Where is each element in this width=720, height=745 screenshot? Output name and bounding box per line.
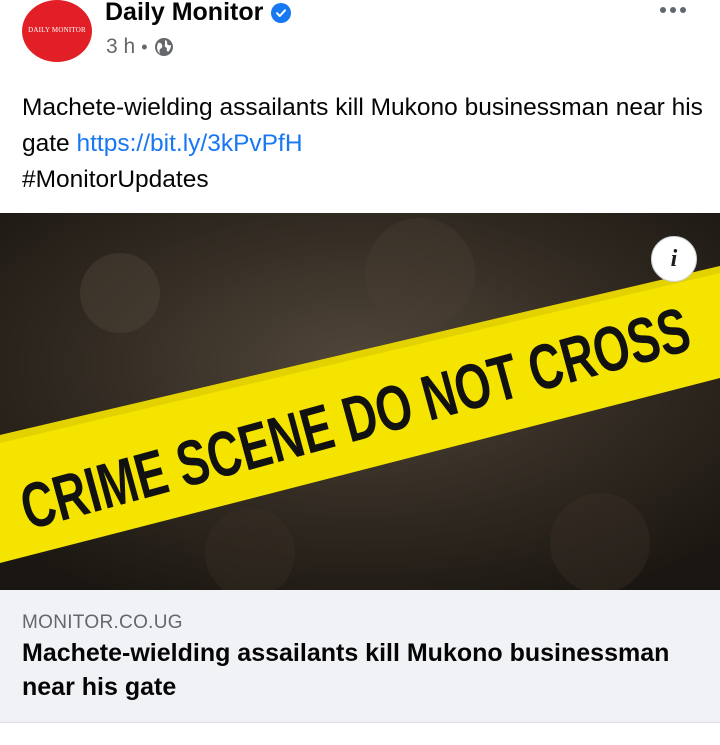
link-domain: MONITOR.CO.UG: [22, 612, 183, 633]
verified-badge-icon: [271, 2, 292, 23]
post-header: DAILY MONITOR Daily Monitor 3 h •: [0, 0, 720, 80]
info-icon[interactable]: i: [651, 236, 697, 282]
page-name-row: Daily Monitor: [105, 0, 292, 27]
avatar-logo-text: DAILY MONITOR: [28, 26, 86, 34]
page-avatar[interactable]: DAILY MONITOR: [22, 0, 92, 62]
post-meta: 3 h •: [106, 35, 174, 59]
page-name[interactable]: Daily Monitor: [105, 0, 263, 27]
post-link[interactable]: https://bit.ly/3kPvPfH: [77, 130, 303, 157]
link-title[interactable]: Machete-wielding assailants kill Mukono …: [22, 636, 682, 704]
more-options-icon[interactable]: [655, 0, 691, 20]
post-hashtag[interactable]: #MonitorUpdates: [22, 166, 209, 193]
post-time[interactable]: 3 h: [106, 35, 135, 59]
globe-icon[interactable]: [154, 37, 174, 57]
meta-separator: •: [141, 36, 148, 57]
link-preview-card[interactable]: MONITOR.CO.UG Machete-wielding assailant…: [0, 590, 720, 723]
post-image[interactable]: CRIME SCENE DO NOT CROSS: [0, 213, 720, 590]
post-message: Machete-wielding assailants kill Mukono …: [22, 90, 712, 198]
